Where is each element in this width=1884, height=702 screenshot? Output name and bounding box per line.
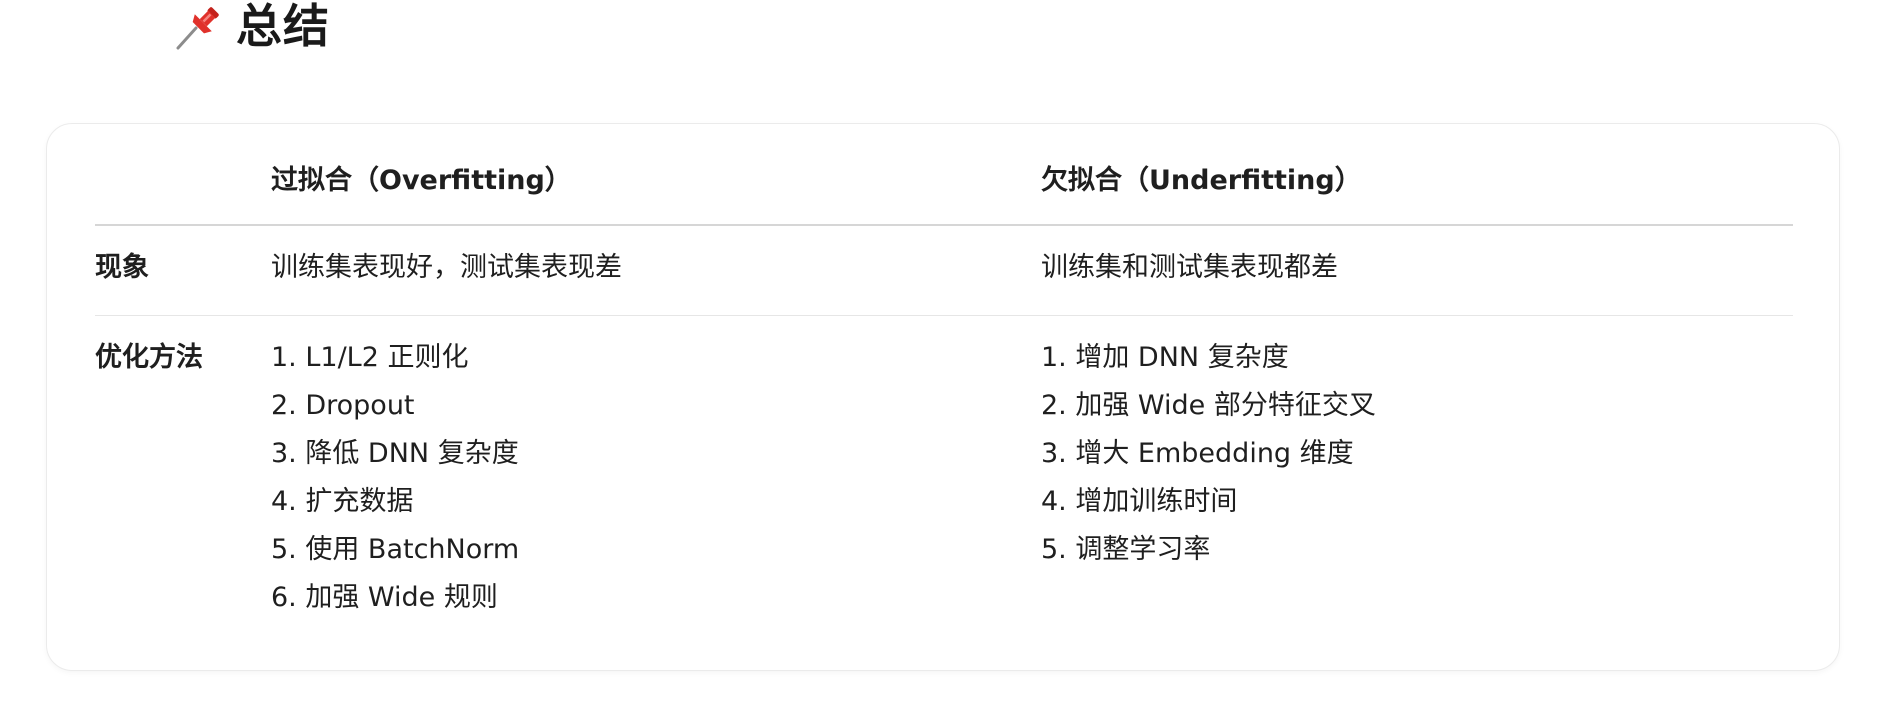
list-item: 3. 增大 Embedding 维度: [1041, 437, 1354, 469]
row-label-phenomenon: 现象: [95, 225, 271, 316]
underfitting-phenomenon: 训练集和测试集表现都差: [1041, 225, 1793, 316]
header-underfitting: 欠拟合（Underfitting）: [1041, 124, 1793, 226]
summary-card: 过拟合（Overfitting） 欠拟合（Underfitting） 现象 训练…: [46, 123, 1840, 671]
page-title: 总结: [236, 0, 330, 53]
list-item: 4. 增加训练时间: [1041, 485, 1238, 517]
list-item: 4. 扩充数据: [271, 485, 414, 517]
overfitting-phenomenon: 训练集表现好，测试集表现差: [271, 225, 1041, 316]
comparison-table: 过拟合（Overfitting） 欠拟合（Underfitting） 现象 训练…: [95, 124, 1793, 622]
list-item: 3. 降低 DNN 复杂度: [271, 437, 519, 469]
row-label-methods: 优化方法: [95, 341, 203, 373]
pushpin-icon: [174, 0, 226, 52]
overfitting-methods: 1. L1/L2 正则化 2. Dropout 3. 降低 DNN 复杂度 4.…: [271, 315, 1041, 622]
underfitting-methods: 1. 增加 DNN 复杂度 2. 加强 Wide 部分特征交叉 3. 增大 Em…: [1041, 315, 1793, 622]
header-empty: [95, 124, 271, 226]
list-item: 2. 加强 Wide 部分特征交叉: [1041, 389, 1376, 421]
table-row: 优化方法 1. L1/L2 正则化 2. Dropout 3. 降低 DNN 复…: [95, 315, 1793, 622]
table-row: 现象 训练集表现好，测试集表现差 训练集和测试集表现都差: [95, 225, 1793, 316]
list-item: 1. L1/L2 正则化: [271, 341, 469, 373]
list-item: 2. Dropout: [271, 389, 415, 421]
summary-heading: 总结: [174, 0, 330, 52]
header-overfitting: 过拟合（Overfitting）: [271, 124, 1041, 226]
list-item: 1. 增加 DNN 复杂度: [1041, 341, 1289, 373]
list-item: 5. 调整学习率: [1041, 533, 1211, 565]
list-item: 6. 加强 Wide 规则: [271, 581, 498, 613]
list-item: 5. 使用 BatchNorm: [271, 533, 520, 565]
table-header-row: 过拟合（Overfitting） 欠拟合（Underfitting）: [95, 124, 1793, 226]
